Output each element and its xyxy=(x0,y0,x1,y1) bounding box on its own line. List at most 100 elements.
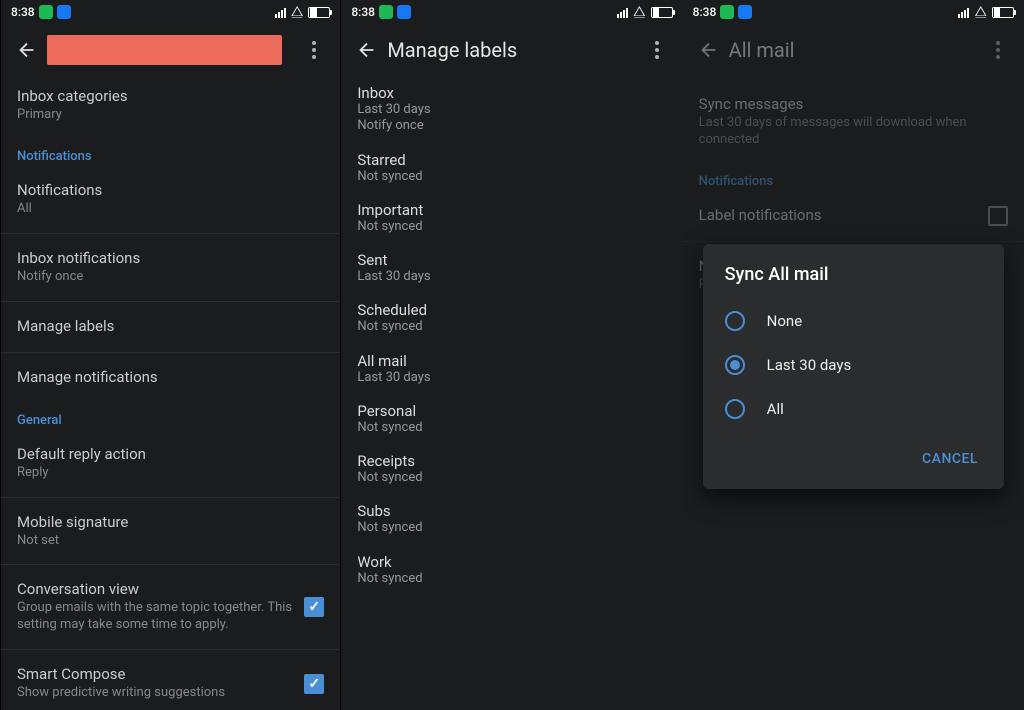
label-item[interactable]: ImportantNot synced xyxy=(341,193,682,243)
battery-icon xyxy=(308,7,330,18)
status-time: 8:38 xyxy=(11,5,35,19)
radio-icon[interactable] xyxy=(725,355,745,375)
label-sub: Not synced xyxy=(357,319,666,335)
battery-icon xyxy=(992,7,1014,18)
back-button[interactable] xyxy=(689,30,729,70)
page-title: All mail xyxy=(729,38,978,62)
divider xyxy=(1,497,340,498)
dialog-title: Sync All mail xyxy=(703,264,1004,299)
back-button[interactable] xyxy=(347,30,387,70)
manage-notifications-item[interactable]: Manage notifications xyxy=(1,357,340,399)
notifications-item[interactable]: Notifications All xyxy=(1,170,340,229)
label-name: Receipts xyxy=(357,452,666,470)
section-notifications: Notifications xyxy=(683,160,1024,195)
label-item[interactable]: SentLast 30 days xyxy=(341,243,682,293)
account-email-redacted xyxy=(47,35,282,65)
label-notifications-checkbox[interactable] xyxy=(988,206,1008,226)
label-name: Sent xyxy=(357,251,666,269)
divider xyxy=(683,241,1024,242)
smart-compose-checkbox[interactable] xyxy=(304,674,324,694)
radio-icon[interactable] xyxy=(725,399,745,419)
divider xyxy=(1,564,340,565)
radio-last30[interactable]: Last 30 days xyxy=(703,343,1004,387)
facebook-icon xyxy=(57,5,71,19)
inbox-categories-item[interactable]: Inbox categories Primary xyxy=(1,76,340,135)
label-sub: Not synced xyxy=(357,169,666,185)
panel-all-mail: 8:38 ⧋ All mail Sync messages Last 30 da… xyxy=(683,0,1024,710)
wifi-icon: ⧋ xyxy=(633,4,646,20)
app-bar: All mail xyxy=(683,24,1024,76)
label-item[interactable]: WorkNot synced xyxy=(341,545,682,595)
label-name: All mail xyxy=(357,352,666,370)
wifi-icon: ⧋ xyxy=(974,4,987,20)
signal-icon xyxy=(617,6,628,18)
label-name: Subs xyxy=(357,502,666,520)
label-name: Important xyxy=(357,201,666,219)
wifi-icon: ⧋ xyxy=(291,4,304,20)
label-sub: Not synced xyxy=(357,571,666,587)
facebook-icon xyxy=(397,5,411,19)
divider xyxy=(1,233,340,234)
cancel-button[interactable]: CANCEL xyxy=(912,443,988,475)
sync-messages-item[interactable]: Sync messages Last 30 days of messages w… xyxy=(683,84,1024,160)
label-name: Work xyxy=(357,553,666,571)
app-bar xyxy=(1,24,340,76)
radio-none[interactable]: None xyxy=(703,299,1004,343)
label-sub: Not synced xyxy=(357,420,666,436)
whatsapp-icon xyxy=(720,5,734,19)
label-item[interactable]: ScheduledNot synced xyxy=(341,293,682,343)
label-name: Inbox xyxy=(357,84,666,102)
label-item[interactable]: StarredNot synced xyxy=(341,143,682,193)
signal-icon xyxy=(275,6,286,18)
facebook-icon xyxy=(738,5,752,19)
label-sub: Not synced xyxy=(357,219,666,235)
label-name: Starred xyxy=(357,151,666,169)
label-item[interactable]: PersonalNot synced xyxy=(341,394,682,444)
panel-settings: 8:38 ⧋ Inbox categories Primary Notifica… xyxy=(0,0,341,710)
section-notifications: Notifications xyxy=(1,135,340,170)
manage-labels-item[interactable]: Manage labels xyxy=(1,306,340,348)
label-notifications-item[interactable]: Label notifications xyxy=(683,195,1024,237)
conversation-view-item[interactable]: Conversation view Group emails with the … xyxy=(1,569,340,645)
divider xyxy=(1,301,340,302)
status-bar: 8:38 ⧋ xyxy=(683,0,1024,24)
label-name: Scheduled xyxy=(357,301,666,319)
more-button[interactable] xyxy=(978,30,1018,70)
status-time: 8:38 xyxy=(693,5,717,19)
signal-icon xyxy=(958,6,969,18)
divider xyxy=(1,352,340,353)
sync-dialog: Sync All mail None Last 30 days All CANC… xyxy=(703,244,1004,489)
label-item[interactable]: InboxLast 30 daysNotify once xyxy=(341,76,682,143)
label-name: Personal xyxy=(357,402,666,420)
label-item[interactable]: SubsNot synced xyxy=(341,494,682,544)
inbox-notifications-item[interactable]: Inbox notifications Notify once xyxy=(1,238,340,297)
default-reply-item[interactable]: Default reply action Reply xyxy=(1,434,340,493)
label-item[interactable]: ReceiptsNot synced xyxy=(341,444,682,494)
labels-list: InboxLast 30 daysNotify onceStarredNot s… xyxy=(341,76,682,595)
conversation-view-checkbox[interactable] xyxy=(304,597,324,617)
label-item[interactable]: All mailLast 30 days xyxy=(341,344,682,394)
whatsapp-icon xyxy=(39,5,53,19)
mobile-signature-item[interactable]: Mobile signature Not set xyxy=(1,502,340,561)
status-time: 8:38 xyxy=(351,5,375,19)
label-sub: Not synced xyxy=(357,470,666,486)
label-sub: Last 30 days xyxy=(357,370,666,386)
status-bar: 8:38 ⧋ xyxy=(341,0,682,24)
page-title: Manage labels xyxy=(387,38,636,62)
label-sub: Last 30 daysNotify once xyxy=(357,102,666,135)
status-bar: 8:38 ⧋ xyxy=(1,0,340,24)
divider xyxy=(1,649,340,650)
more-button[interactable] xyxy=(294,30,334,70)
battery-icon xyxy=(651,7,673,18)
app-bar: Manage labels xyxy=(341,24,682,76)
back-button[interactable] xyxy=(7,30,47,70)
radio-all[interactable]: All xyxy=(703,387,1004,431)
panel-manage-labels: 8:38 ⧋ Manage labels InboxLast 30 daysNo… xyxy=(341,0,682,710)
section-general: General xyxy=(1,399,340,434)
more-button[interactable] xyxy=(637,30,677,70)
whatsapp-icon xyxy=(379,5,393,19)
smart-compose-item[interactable]: Smart Compose Show predictive writing su… xyxy=(1,654,340,710)
label-sub: Not synced xyxy=(357,520,666,536)
radio-icon[interactable] xyxy=(725,311,745,331)
label-sub: Last 30 days xyxy=(357,269,666,285)
